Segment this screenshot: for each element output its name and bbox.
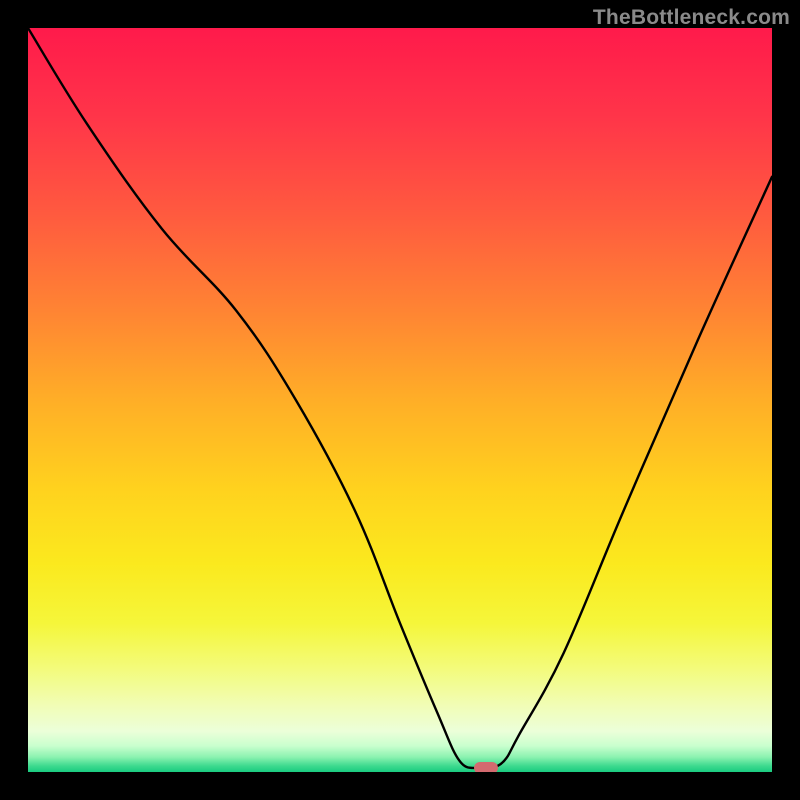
optimal-marker [474, 762, 498, 772]
watermark-text: TheBottleneck.com [593, 6, 790, 30]
bottleneck-curve [28, 28, 772, 772]
chart-frame: TheBottleneck.com [0, 0, 800, 800]
plot-area [28, 28, 772, 772]
